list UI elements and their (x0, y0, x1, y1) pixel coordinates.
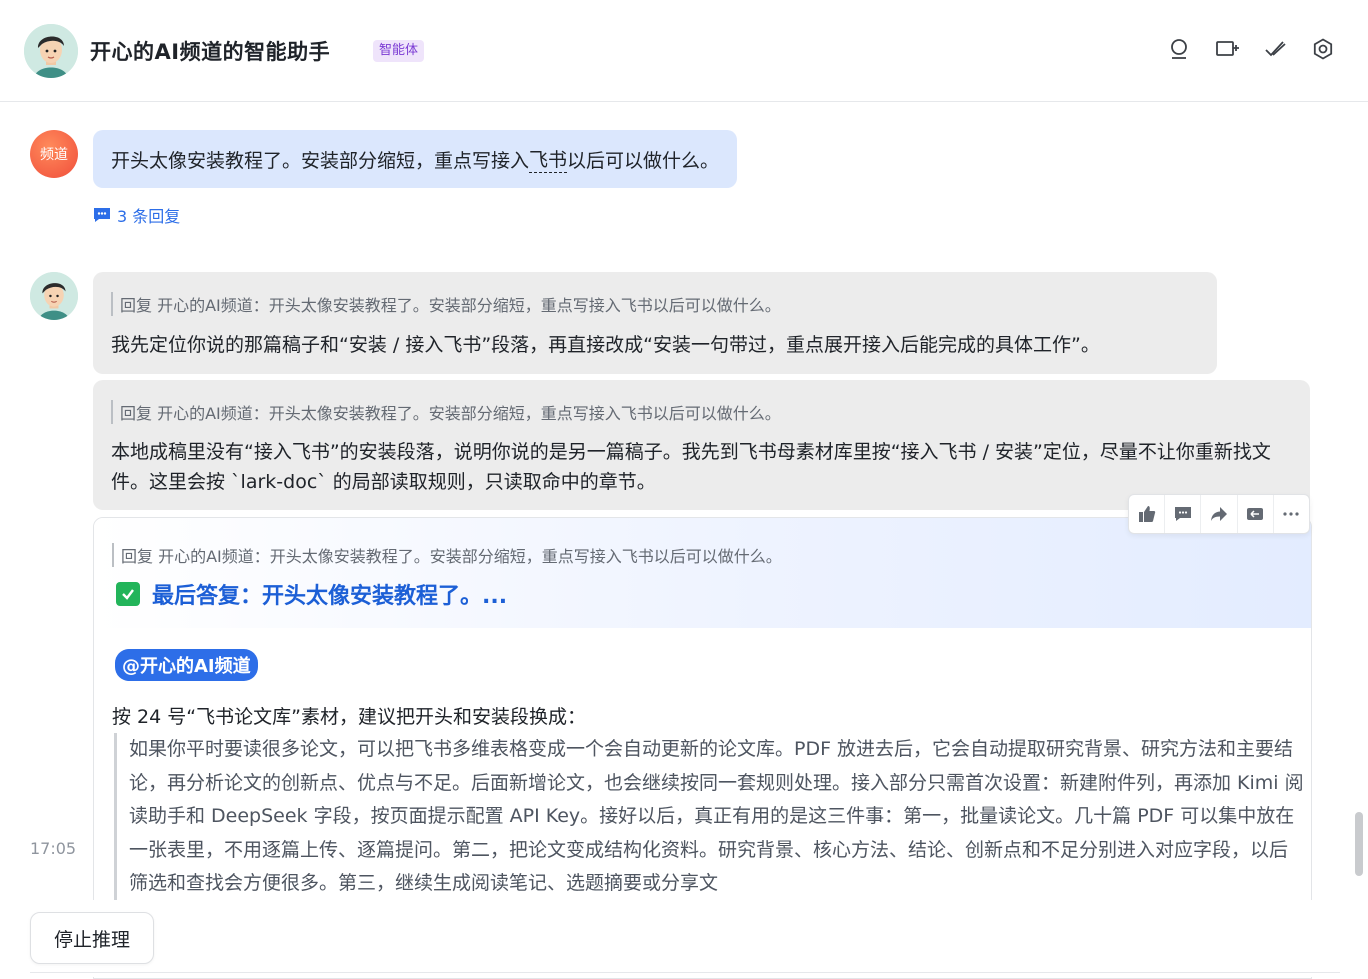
channel-avatar[interactable]: 频道 (30, 130, 78, 178)
user-message-text-1: 开头太像安装教程了。安装部分缩短，重点写接入 (111, 149, 530, 172)
comment-icon[interactable] (1165, 495, 1202, 533)
user-message-text-2: 以后可以做什么。 (567, 149, 720, 172)
chat-title: 开心的AI频道的智能助手 (90, 40, 331, 64)
final-answer-header (94, 518, 1311, 628)
reply-quote: 回复 开心的AI频道：开头太像安装教程了。安装部分缩短，重点写接入飞书以后可以做… (111, 292, 781, 316)
bot-message-text: 本地成稿里没有“接入飞书”的安装段落，说明你说的是另一篇稿子。我先到飞书母素材库… (111, 441, 1271, 493)
bot-avatar[interactable] (24, 24, 78, 78)
new-chat-icon[interactable] (1214, 36, 1240, 62)
answer-blockquote: 如果你平时要读很多论文，可以把飞书多维表格变成一个会自动更新的论文库。PDF 放… (114, 733, 1305, 901)
bot-message-2: 回复 开心的AI频道：开头太像安装教程了。安装部分缩短，重点写接入飞书以后可以做… (93, 380, 1310, 510)
message-action-toolbar (1128, 494, 1310, 534)
thumbs-up-icon[interactable] (1129, 495, 1166, 533)
bot-message-avatar[interactable] (30, 272, 78, 320)
forward-icon[interactable] (1201, 495, 1238, 533)
comment-icon (94, 208, 110, 222)
edit-check-icon[interactable] (1262, 36, 1288, 62)
answer-intro: 按 24 号“飞书论文库”素材，建议把开头和安装段换成： (112, 706, 586, 728)
reply-quote: 回复 开心的AI频道：开头太像安装教程了。安装部分缩短，重点写接入飞书以后可以做… (111, 400, 781, 424)
checkbox-icon (116, 582, 140, 606)
search-icon[interactable] (1166, 36, 1192, 62)
feishu-link[interactable]: 飞书 (529, 145, 568, 173)
bot-message-1: 回复 开心的AI频道：开头太像安装教程了。安装部分缩短，重点写接入飞书以后可以做… (93, 272, 1217, 374)
divider (30, 972, 1340, 973)
chat-header: 开心的AI频道的智能助手 智能体 (0, 0, 1368, 102)
quote-icon[interactable] (1238, 495, 1274, 533)
stop-reasoning-button[interactable]: 停止推理 (30, 912, 154, 964)
thread-replies-link[interactable]: 3 条回复 (93, 203, 180, 227)
mention-tag[interactable]: @开心的AI频道 (115, 649, 258, 681)
composer-area (0, 900, 1368, 977)
user-message: 开头太像安装教程了。安装部分缩短，重点写接入 飞书 以后可以做什么。 (93, 130, 738, 188)
bot-message-text: 我先定位你说的那篇稿子和“安装 / 接入飞书”段落，再直接改成“安装一句带过，重… (111, 334, 1100, 356)
header-actions (1166, 36, 1336, 62)
reply-quote: 回复 开心的AI频道：开头太像安装教程了。安装部分缩短，重点写接入飞书以后可以做… (112, 543, 782, 567)
channel-avatar-text: 频道 (40, 147, 68, 163)
gear-icon[interactable] (1310, 36, 1336, 62)
final-answer-title-text: 最后答复：开头太像安装教程了。... (152, 584, 508, 609)
agent-badge: 智能体 (373, 40, 425, 62)
message-timestamp: 17:05 (30, 839, 77, 858)
more-icon[interactable] (1274, 495, 1309, 533)
scrollbar-thumb[interactable] (1355, 812, 1363, 876)
replies-label: 3 条回复 (117, 207, 181, 226)
final-answer-title[interactable]: 最后答复：开头太像安装教程了。... (116, 578, 507, 610)
